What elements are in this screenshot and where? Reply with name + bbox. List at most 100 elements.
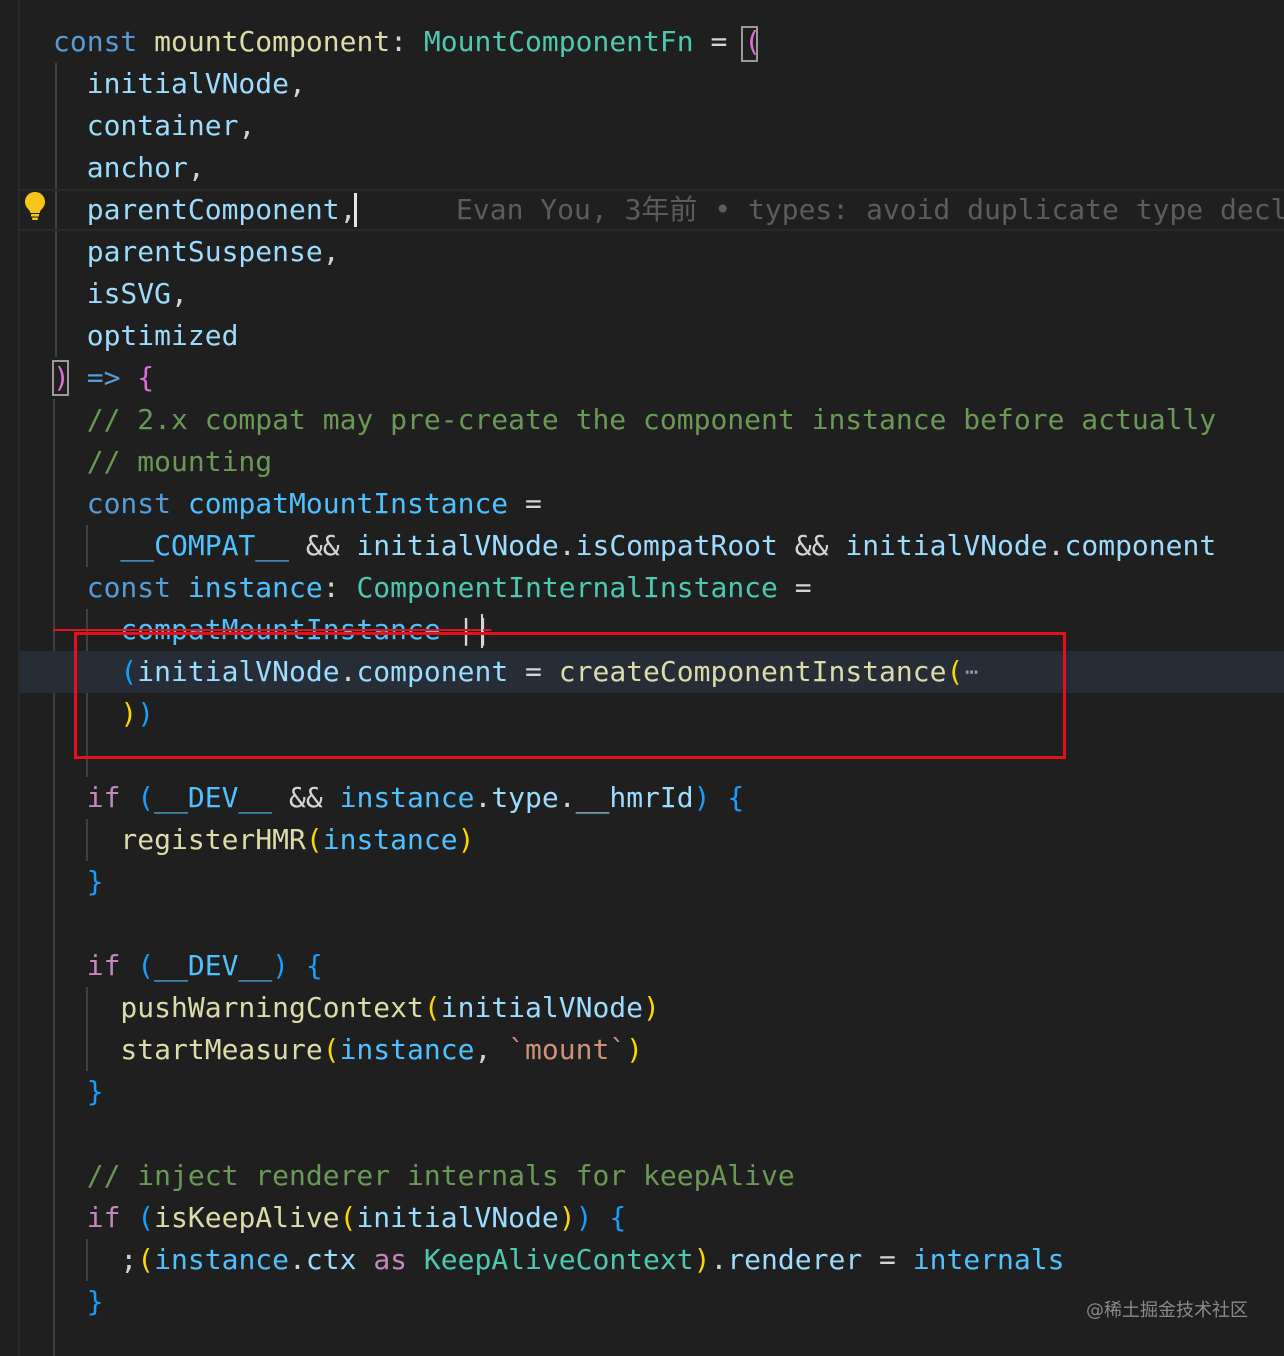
code-line[interactable]: optimized (53, 315, 239, 357)
code-token: isKeepAlive (154, 1201, 340, 1234)
code-line[interactable]: // inject renderer internals for keepAli… (53, 1155, 795, 1197)
code-line[interactable]: const compatMountInstance = (53, 483, 542, 525)
code-line[interactable]: anchor, (53, 147, 205, 189)
code-token: component (1064, 529, 1217, 562)
code-token: instance (322, 823, 458, 856)
code-token: . (289, 1243, 306, 1276)
code-token: { (305, 949, 323, 982)
code-token: isSVG (53, 277, 172, 310)
code-token: internals (912, 1243, 1065, 1276)
code-token: `mount` (508, 1033, 627, 1066)
code-token: type (491, 781, 559, 814)
code-token: if (53, 781, 121, 814)
code-line[interactable]: const instance: ComponentInternalInstanc… (53, 567, 812, 609)
code-token: = (862, 1243, 913, 1276)
code-line[interactable]: } (53, 861, 104, 903)
code-token: compatMountInstance (171, 487, 509, 520)
code-token: ) (626, 1033, 644, 1066)
code-line[interactable]: parentComponent, (53, 189, 357, 231)
code-token: , (171, 277, 188, 310)
code-line[interactable]: initialVNode, (53, 63, 306, 105)
code-token: const (53, 25, 138, 58)
code-line[interactable]: // 2.x compat may pre-create the compone… (53, 399, 1216, 441)
code-token: ) (643, 991, 660, 1024)
code-token: { (609, 1201, 627, 1234)
code-token: // 2.x compat may pre-create the compone… (53, 403, 1217, 436)
code-token: { (727, 781, 745, 814)
code-line[interactable]: registerHMR(instance) (53, 819, 474, 861)
code-line[interactable]: // mounting (53, 441, 272, 483)
code-token: // mounting (53, 445, 273, 478)
code-token: ) (558, 1201, 576, 1234)
code-token: ( (137, 949, 155, 982)
code-token: , (238, 109, 256, 142)
code-token: pushWarningContext (53, 991, 424, 1024)
code-token: __DEV__ (154, 781, 273, 814)
code-editor[interactable]: const mountComponent: MountComponentFn =… (0, 0, 1284, 1356)
code-token: ( (137, 1243, 155, 1276)
code-token: if (53, 1201, 121, 1234)
code-token: __hmrId (575, 781, 694, 814)
code-line[interactable]: if (__DEV__) { (53, 945, 323, 987)
code-token: __DEV__ (154, 949, 273, 982)
code-token: ; (53, 1243, 138, 1276)
code-token: ( (137, 1201, 155, 1234)
code-line[interactable]: startMeasure(instance, `mount`) (53, 1029, 643, 1071)
code-line[interactable]: pushWarningContext(initialVNode) (53, 987, 660, 1029)
code-token: parentSuspense (53, 235, 323, 268)
code-token: , (187, 151, 205, 184)
code-line[interactable]: __COMPAT__ && initialVNode.isCompatRoot … (53, 525, 1216, 567)
lightbulb-icon[interactable] (24, 191, 46, 221)
code-token: , (474, 1033, 509, 1066)
code-token: isCompatRoot (575, 529, 778, 562)
annotation-highlight-box (74, 632, 1066, 759)
code-line[interactable]: ;(instance.ctx as KeepAliveContext).rend… (53, 1239, 1064, 1281)
code-token: ) (272, 949, 290, 982)
code-line[interactable]: } (53, 1281, 104, 1323)
code-token: ComponentInternalInstance (356, 571, 778, 604)
code-token: ( (137, 781, 155, 814)
code-token: . (1047, 529, 1065, 562)
code-line[interactable]: if (__DEV__ && instance.type.__hmrId) { (53, 777, 745, 819)
code-token: } (53, 1285, 104, 1318)
code-token: . (474, 781, 492, 814)
code-token: = (508, 487, 542, 520)
code-token: , (322, 235, 340, 268)
code-token: initialVNode (440, 991, 644, 1024)
bracket-match-open (741, 26, 758, 62)
code-token: startMeasure (53, 1033, 323, 1066)
code-token: instance (339, 1033, 475, 1066)
code-token: anchor (53, 151, 188, 184)
code-line[interactable]: container, (53, 105, 256, 147)
code-token: // inject renderer internals for keepAli… (53, 1159, 795, 1192)
code-token: . (710, 1243, 728, 1276)
code-token: : (390, 25, 424, 58)
code-line[interactable]: isSVG, (53, 273, 188, 315)
code-line[interactable]: parentSuspense, (53, 231, 340, 273)
code-token: { (137, 361, 155, 394)
text-cursor (354, 193, 357, 227)
code-token: : (322, 571, 357, 604)
code-line[interactable]: } (53, 1071, 104, 1113)
bracket-match-close (52, 360, 69, 396)
code-token: container (53, 109, 239, 142)
code-token: const (53, 571, 172, 604)
code-token: KeepAliveContext (423, 1243, 694, 1276)
code-token: ( (322, 1033, 340, 1066)
code-token: optimized (53, 319, 239, 352)
code-line[interactable]: const mountComponent: MountComponentFn =… (53, 21, 761, 63)
code-token: ( (423, 991, 441, 1024)
code-line[interactable]: if (isKeepAlive(initialVNode)) { (53, 1197, 626, 1239)
code-token: instance (339, 781, 475, 814)
code-token: ) (693, 1243, 711, 1276)
code-token: = (693, 25, 745, 58)
code-token: initialVNode (845, 529, 1048, 562)
code-token: ctx (305, 1243, 357, 1276)
git-blame-annotation: Evan You, 3年前 • types: avoid duplicate t… (456, 193, 1284, 226)
